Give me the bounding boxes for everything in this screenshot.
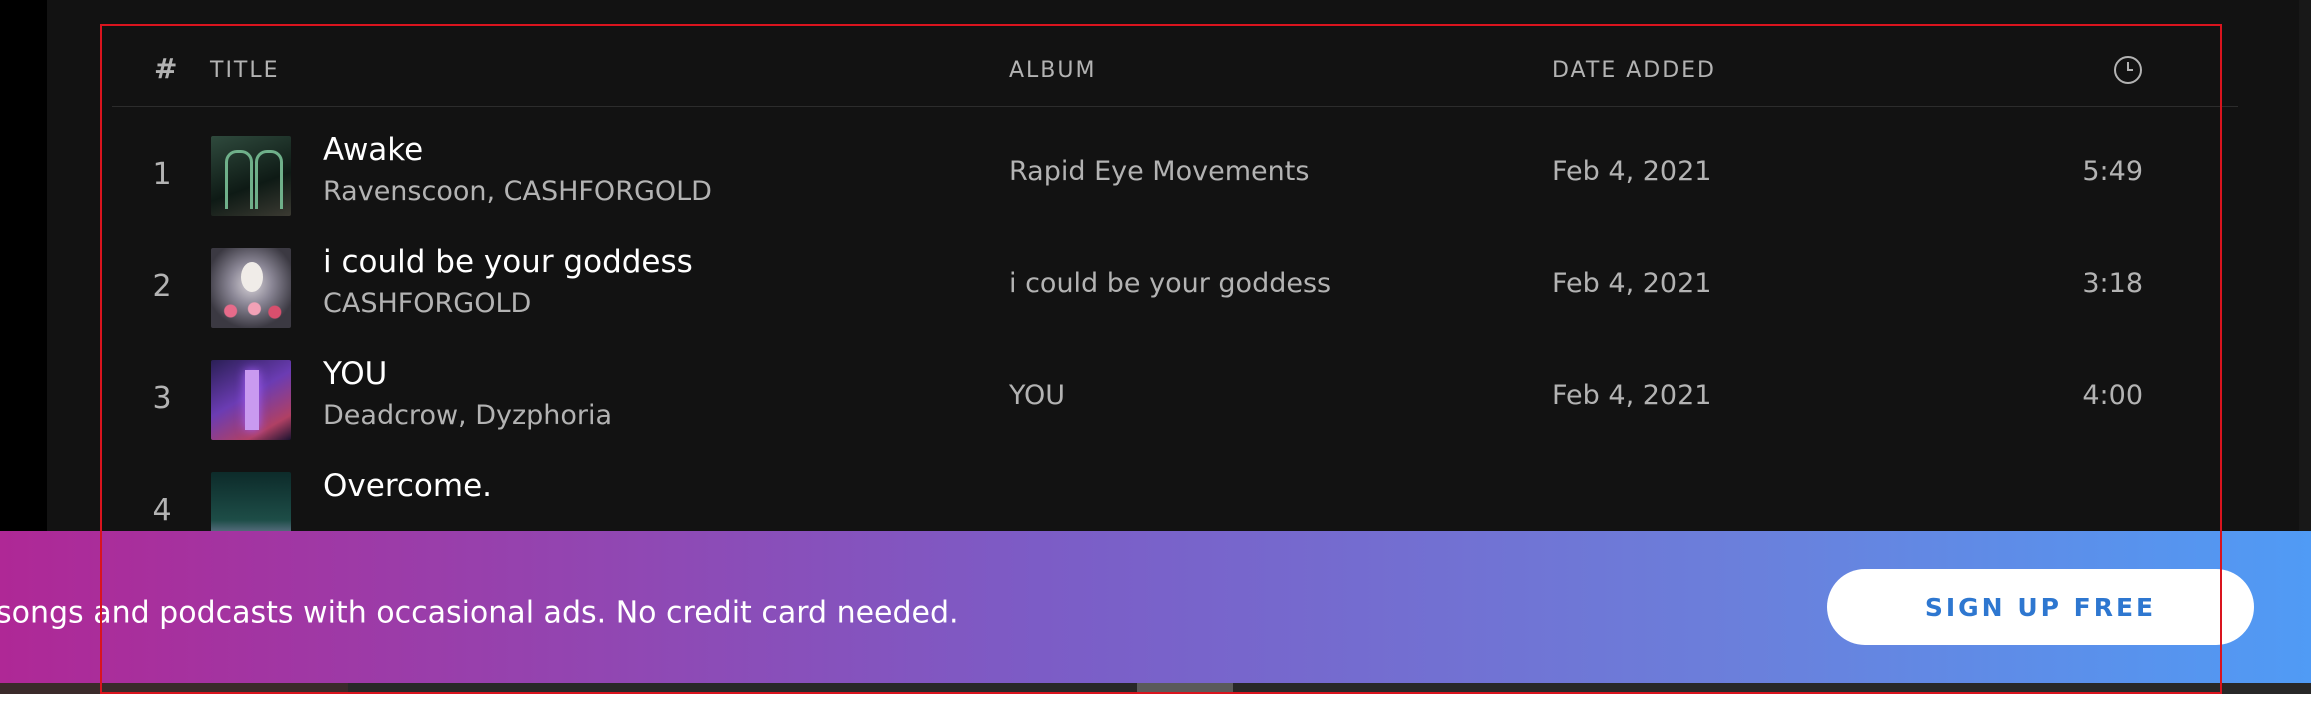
track-artists[interactable]: Deadcrow, Dyzphoria [323,400,612,431]
horizontal-scrollbar-thumb[interactable] [1137,683,1233,694]
track-row[interactable]: 3 YOU Deadcrow, Dyzphoria YOU Feb 4, 202… [112,356,2238,468]
album-cover [211,248,291,328]
track-number: 1 [152,157,172,192]
track-title[interactable]: Overcome. [323,468,492,504]
bottom-scroll-strip [0,683,2311,694]
header-album[interactable]: ALBUM [1009,58,1096,83]
sign-up-free-button[interactable]: SIGN UP FREE [1827,569,2254,645]
header-title[interactable]: TITLE [210,58,280,83]
promo-text: songs and podcasts with occasional ads. … [0,595,959,631]
track-album[interactable]: Rapid Eye Movements [1009,156,1309,187]
track-duration: 3:18 [2082,268,2143,299]
cover-art-detail [241,262,263,292]
track-title[interactable]: Awake [323,132,423,168]
clock-icon[interactable] [2113,55,2143,85]
track-date-added: Feb 4, 2021 [1552,380,1712,411]
track-title[interactable]: YOU [323,356,387,392]
track-date-added: Feb 4, 2021 [1552,268,1712,299]
album-cover [211,136,291,216]
track-number: 2 [152,269,172,304]
tracklist: # TITLE ALBUM DATE ADDED 1 Awake Ravensc… [112,24,2238,580]
app-window: # TITLE ALBUM DATE ADDED 1 Awake Ravensc… [0,0,2311,694]
signup-promo-banner: songs and podcasts with occasional ads. … [0,531,2311,683]
header-date-added[interactable]: DATE ADDED [1552,58,1716,83]
track-number: 3 [152,381,172,416]
track-artists[interactable]: CASHFORGOLD [323,288,531,319]
cover-art-detail [255,150,283,209]
header-number: # [154,52,178,85]
album-cover [211,360,291,440]
track-duration: 4:00 [2082,380,2143,411]
bottom-strip-segment [0,683,348,694]
track-row[interactable]: 2 i could be your goddess CASHFORGOLD i … [112,244,2238,356]
tracklist-header: # TITLE ALBUM DATE ADDED [112,24,2238,107]
track-date-added: Feb 4, 2021 [1552,156,1712,187]
track-duration: 5:49 [2082,156,2143,187]
cover-art-detail [225,150,253,209]
track-album[interactable]: YOU [1009,380,1065,411]
cover-art-detail [217,300,285,322]
track-album[interactable]: i could be your goddess [1009,268,1331,299]
track-row[interactable]: 1 Awake Ravenscoon, CASHFORGOLD Rapid Ey… [112,132,2238,244]
track-artists[interactable]: Ravenscoon, CASHFORGOLD [323,176,712,207]
cover-art-detail [245,370,259,430]
screenshot-viewport: # TITLE ALBUM DATE ADDED 1 Awake Ravensc… [0,0,2322,721]
track-title[interactable]: i could be your goddess [323,244,693,280]
